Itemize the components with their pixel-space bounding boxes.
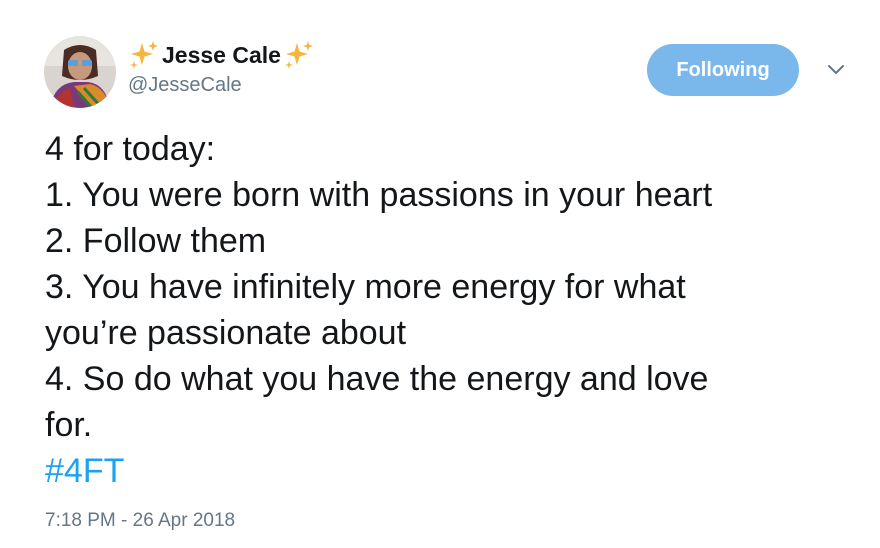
author-handle[interactable]: @JesseCale <box>128 74 242 97</box>
author-name-row[interactable]: Jesse Cale <box>128 38 315 72</box>
chevron-down-icon[interactable] <box>826 62 846 76</box>
tweet-text-line: you’re passionate about <box>45 314 407 352</box>
tweet-text-line: 2. Follow them <box>45 222 267 260</box>
tweet-text-line: 4 for today: <box>45 130 216 168</box>
sparkles-icon <box>284 41 313 69</box>
tweet-text-line: for. <box>45 406 93 444</box>
tweet-text: 4 for today: 1. You were born with passi… <box>45 126 845 448</box>
author-display-name: Jesse Cale <box>162 41 281 68</box>
sparkles-icon <box>130 41 158 69</box>
tweet-text-line: 3. You have infinitely more energy for w… <box>45 268 686 306</box>
tweet-timestamp[interactable]: 7:18 PM - 26 Apr 2018 <box>45 510 235 532</box>
tweet-card: Jesse Cale @JesseCale Following 4 for to… <box>0 0 880 548</box>
avatar[interactable] <box>44 36 116 108</box>
hashtag-link[interactable]: #4FT <box>45 448 124 494</box>
following-button[interactable]: Following <box>647 44 799 96</box>
tweet-text-line: 1. You were born with passions in your h… <box>45 176 713 214</box>
avatar-image <box>44 36 116 108</box>
tweet-text-line: 4. So do what you have the energy and lo… <box>45 360 709 398</box>
